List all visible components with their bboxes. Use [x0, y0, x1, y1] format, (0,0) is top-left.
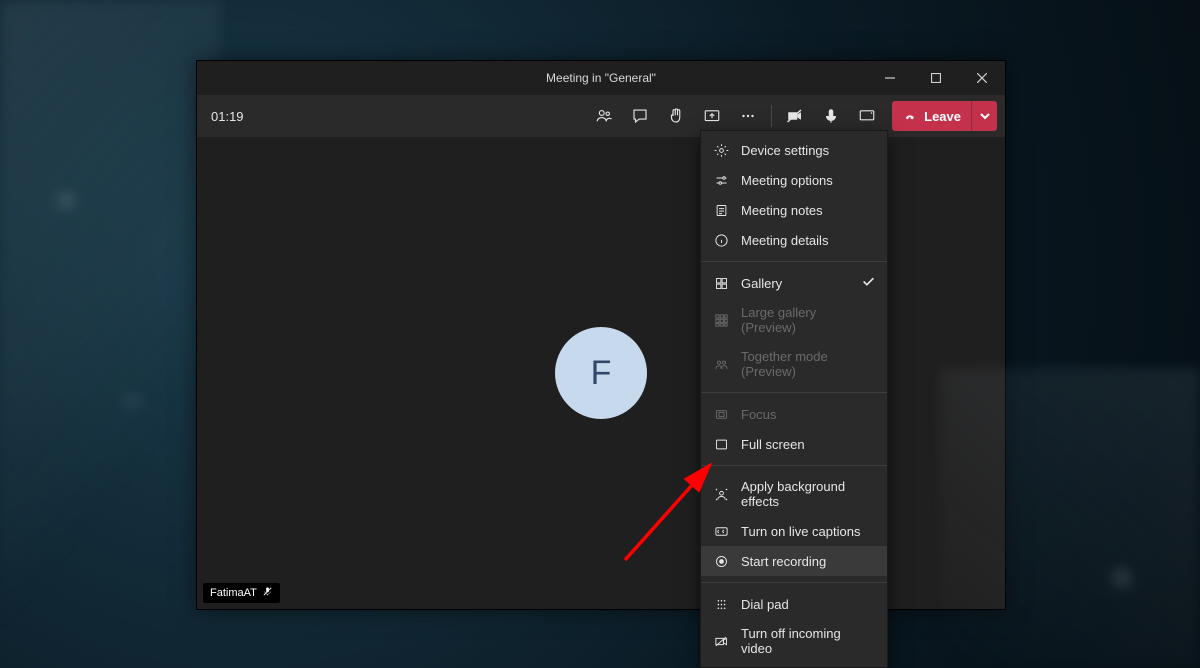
share-screen-button[interactable]: [850, 99, 884, 133]
leave-button[interactable]: Leave: [892, 101, 997, 131]
menu-separator: [701, 582, 887, 583]
leave-label: Leave: [924, 109, 961, 124]
menu-large-gallery: Large gallery (Preview): [701, 298, 887, 342]
video-off-icon: [713, 633, 729, 649]
info-icon: [713, 232, 729, 248]
leave-dropdown[interactable]: [971, 101, 997, 131]
menu-turn-off-incoming-video[interactable]: Turn off incoming video: [701, 619, 887, 663]
menu-focus: Focus: [701, 399, 887, 429]
call-timer: 01:19: [211, 109, 244, 124]
grid-icon: [713, 275, 729, 291]
raise-hand-button[interactable]: [659, 99, 693, 133]
record-icon: [713, 553, 729, 569]
menu-start-recording[interactable]: Start recording: [701, 546, 887, 576]
large-grid-icon: [713, 312, 729, 328]
leave-main[interactable]: Leave: [892, 101, 971, 131]
mic-muted-icon: [262, 586, 273, 600]
gear-icon: [713, 142, 729, 158]
background-effects-icon: [713, 486, 729, 502]
participant-label: FatimaAT: [203, 583, 280, 603]
menu-meeting-options[interactable]: Meeting options: [701, 165, 887, 195]
avatar-initial: F: [591, 354, 612, 393]
participant-name: FatimaAT: [210, 587, 257, 599]
menu-meeting-notes[interactable]: Meeting notes: [701, 195, 887, 225]
focus-icon: [713, 406, 729, 422]
window-title: Meeting in "General": [197, 71, 1005, 85]
together-icon: [713, 356, 729, 372]
more-actions-menu: Device settings Meeting options Meeting …: [700, 130, 888, 668]
menu-live-captions[interactable]: Turn on live captions: [701, 516, 887, 546]
menu-together-mode: Together mode (Preview): [701, 342, 887, 386]
menu-meeting-details[interactable]: Meeting details: [701, 225, 887, 255]
camera-button[interactable]: [778, 99, 812, 133]
menu-separator: [701, 261, 887, 262]
checkmark-icon: [862, 275, 875, 291]
captions-icon: [713, 523, 729, 539]
menu-separator: [701, 465, 887, 466]
fullscreen-icon: [713, 436, 729, 452]
titlebar: Meeting in "General": [197, 61, 1005, 95]
menu-dial-pad[interactable]: Dial pad: [701, 589, 887, 619]
notes-icon: [713, 202, 729, 218]
chat-button[interactable]: [623, 99, 657, 133]
menu-gallery[interactable]: Gallery: [701, 268, 887, 298]
menu-full-screen[interactable]: Full screen: [701, 429, 887, 459]
participant-avatar: F: [555, 327, 647, 419]
menu-apply-background[interactable]: Apply background effects: [701, 472, 887, 516]
mic-button[interactable]: [814, 99, 848, 133]
toolbar-separator: [771, 105, 772, 127]
participants-button[interactable]: [587, 99, 621, 133]
sliders-icon: [713, 172, 729, 188]
share-button[interactable]: [695, 99, 729, 133]
menu-separator: [701, 392, 887, 393]
more-actions-button[interactable]: [731, 99, 765, 133]
menu-device-settings[interactable]: Device settings: [701, 135, 887, 165]
dialpad-icon: [713, 596, 729, 612]
